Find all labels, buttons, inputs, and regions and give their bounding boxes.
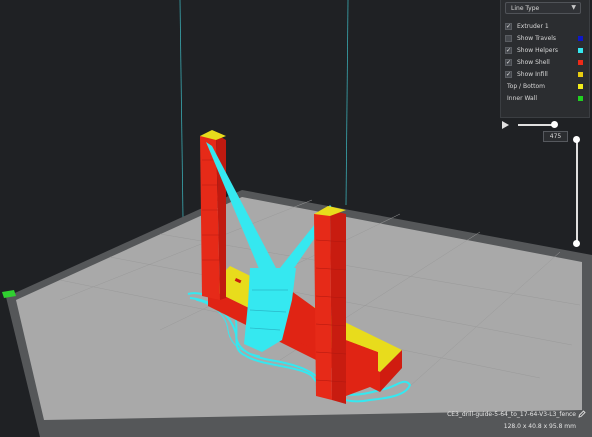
option-label: Show Shell — [517, 59, 550, 66]
current-layer-field[interactable]: 475 — [543, 131, 568, 142]
checkbox-show-travels[interactable] — [505, 35, 512, 42]
pencil-icon[interactable] — [578, 410, 586, 418]
view-type-selected: Line Type — [511, 5, 540, 12]
color-swatch-top-bottom — [578, 84, 583, 89]
layer-view-panel: Line Type ▼ ✓ Extruder 1 Show Travels ✓ … — [500, 0, 590, 118]
color-swatch-infill — [578, 72, 583, 77]
checkbox-show-shell[interactable]: ✓ — [505, 59, 512, 66]
option-label: Extruder 1 — [517, 23, 549, 30]
option-label: Show Helpers — [517, 47, 559, 54]
simulation-slider-track[interactable] — [518, 124, 555, 126]
legend-inner-wall: Inner Wall — [505, 94, 585, 104]
option-show-infill[interactable]: ✓ Show Infill — [505, 70, 585, 80]
color-swatch-helpers — [578, 48, 583, 53]
color-swatch-travels — [578, 36, 583, 41]
y-axis-line — [345, 0, 349, 206]
color-swatch-shell — [578, 60, 583, 65]
checkbox-show-helpers[interactable]: ✓ — [505, 47, 512, 54]
right-tower-front — [314, 210, 332, 400]
layer-slider-upper-handle[interactable] — [573, 136, 580, 143]
option-show-shell[interactable]: ✓ Show Shell — [505, 58, 585, 68]
file-name: CE3_drill-guide-5-64_to_17-64-V3-L3_fenc… — [447, 411, 576, 418]
simulation-slider-handle[interactable] — [551, 121, 558, 128]
option-label: Show Infill — [517, 71, 548, 78]
chevron-down-icon: ▼ — [571, 4, 576, 11]
checkbox-extruder-1[interactable]: ✓ — [505, 23, 512, 30]
option-label: Show Travels — [517, 35, 557, 42]
legend-label: Top / Bottom — [507, 83, 545, 90]
model-dimensions: 128.0 x 40.8 x 95.8 mm — [503, 423, 576, 430]
option-show-travels[interactable]: Show Travels — [505, 34, 585, 44]
option-show-helpers[interactable]: ✓ Show Helpers — [505, 46, 585, 56]
layer-slider-lower-handle[interactable] — [573, 240, 580, 247]
right-tower-side — [330, 210, 346, 404]
color-swatch-inner-wall — [578, 96, 583, 101]
checkbox-show-infill[interactable]: ✓ — [505, 71, 512, 78]
legend-top-bottom: Top / Bottom — [505, 82, 585, 92]
view-type-dropdown[interactable]: Line Type ▼ — [505, 2, 581, 14]
play-icon[interactable] — [502, 121, 509, 129]
legend-label: Inner Wall — [507, 95, 537, 102]
option-extruder-1[interactable]: ✓ Extruder 1 — [505, 22, 585, 32]
layer-slider-track[interactable] — [576, 139, 578, 243]
